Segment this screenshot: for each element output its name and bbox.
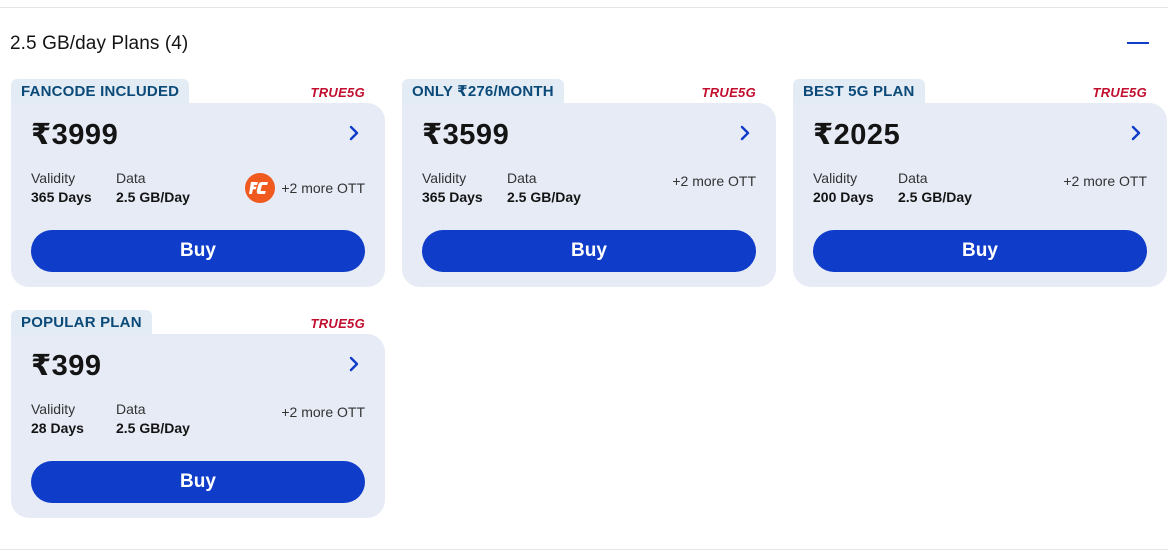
plan-card-body[interactable]: ₹399 Validity 28 Days Data 2.5 GB/Day +2…: [11, 334, 385, 518]
true5g-badge: TRUE5G: [1092, 85, 1147, 100]
plan-price: ₹3599: [422, 119, 510, 151]
validity-label: Validity: [31, 170, 76, 186]
validity-label: Validity: [813, 170, 858, 186]
ott-text: +2 more OTT: [1063, 173, 1147, 189]
data-label: Data: [116, 401, 146, 417]
section-title: 2.5 GB/day Plans (4): [10, 33, 189, 54]
chevron-right-icon[interactable]: [1127, 123, 1145, 143]
buy-button[interactable]: Buy: [31, 230, 365, 272]
validity-label: Validity: [31, 401, 76, 417]
data-value: 2.5 GB/Day: [116, 420, 190, 436]
plan-tag: POPULAR PLAN: [11, 310, 152, 336]
collapse-button[interactable]: [1120, 32, 1154, 54]
plan-card-body[interactable]: ₹2025 Validity 200 Days Data 2.5 GB/Day …: [793, 103, 1167, 287]
ott-info: +2 more OTT: [1063, 173, 1147, 189]
plan-tag: ONLY ₹276/MONTH: [402, 79, 564, 105]
plan-card: POPULAR PLAN TRUE5G ₹399 Validity 28 Day…: [11, 310, 385, 518]
chevron-right-icon[interactable]: [345, 123, 363, 143]
plan-card: ONLY ₹276/MONTH TRUE5G ₹3599 Validity 36…: [402, 79, 776, 287]
true5g-badge: TRUE5G: [701, 85, 756, 100]
plan-price: ₹3999: [31, 119, 119, 151]
chevron-right-icon[interactable]: [736, 123, 754, 143]
fancode-icon: [245, 173, 276, 203]
validity-value: 200 Days: [813, 189, 874, 205]
buy-button[interactable]: Buy: [31, 461, 365, 503]
plan-card-body[interactable]: ₹3999 Validity 365 Days Data 2.5 GB/Day …: [11, 103, 385, 287]
true5g-badge: TRUE5G: [310, 85, 365, 100]
ott-info: +2 more OTT: [245, 173, 365, 203]
validity-label: Validity: [422, 170, 467, 186]
ott-text: +2 more OTT: [672, 173, 756, 189]
data-label: Data: [898, 170, 928, 186]
validity-value: 28 Days: [31, 420, 84, 436]
ott-info: +2 more OTT: [281, 404, 365, 420]
data-value: 2.5 GB/Day: [507, 189, 581, 205]
plan-card: BEST 5G PLAN TRUE5G ₹2025 Validity 200 D…: [793, 79, 1167, 287]
ott-text: +2 more OTT: [281, 404, 365, 420]
buy-button[interactable]: Buy: [813, 230, 1147, 272]
ott-text: +2 more OTT: [281, 180, 365, 196]
plan-price: ₹399: [31, 350, 102, 382]
data-label: Data: [116, 170, 146, 186]
ott-info: +2 more OTT: [672, 173, 756, 189]
plan-tag: FANCODE INCLUDED: [11, 79, 190, 105]
data-value: 2.5 GB/Day: [898, 189, 972, 205]
buy-button[interactable]: Buy: [422, 230, 756, 272]
data-value: 2.5 GB/Day: [116, 189, 190, 205]
bottom-divider: [0, 549, 1168, 550]
plan-card-body[interactable]: ₹3599 Validity 365 Days Data 2.5 GB/Day …: [402, 103, 776, 287]
plan-price: ₹2025: [813, 119, 901, 151]
plan-card: FANCODE INCLUDED TRUE5G ₹3999 Validity 3…: [11, 79, 385, 287]
plan-tag: BEST 5G PLAN: [793, 79, 925, 105]
chevron-right-icon[interactable]: [345, 354, 363, 374]
true5g-badge: TRUE5G: [310, 316, 365, 331]
validity-value: 365 Days: [422, 189, 483, 205]
data-label: Data: [507, 170, 537, 186]
minus-icon: [1127, 42, 1149, 44]
top-divider: [0, 7, 1168, 8]
validity-value: 365 Days: [31, 189, 92, 205]
